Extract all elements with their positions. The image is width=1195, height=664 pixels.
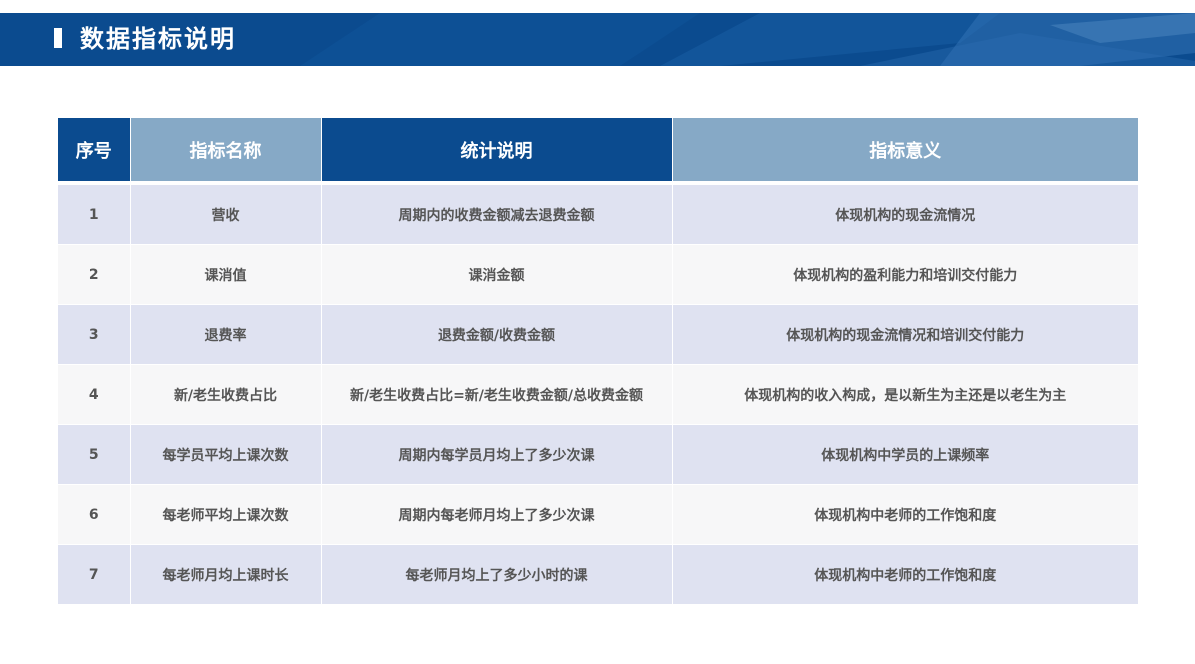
cell-metric-name: 每老师月均上课时长	[130, 544, 322, 605]
page-title: 数据指标说明	[80, 25, 236, 53]
table-header-row: 序号 指标名称 统计说明 指标意义	[58, 118, 1138, 183]
cell-statistic: 周期内每老师月均上了多少次课	[321, 484, 673, 545]
table-row: 3 退费率 退费金额/收费金额 体现机构的现金流情况和培训交付能力	[58, 304, 1138, 365]
cell-index: 1	[58, 183, 131, 245]
cell-statistic: 每老师月均上了多少小时的课	[321, 544, 673, 605]
cell-meaning: 体现机构中老师的工作饱和度	[672, 484, 1138, 545]
cell-meaning: 体现机构的盈利能力和培训交付能力	[672, 244, 1138, 305]
cell-meaning: 体现机构的现金流情况和培训交付能力	[672, 304, 1138, 365]
cell-index: 5	[58, 424, 131, 485]
cell-metric-name: 每老师平均上课次数	[130, 484, 322, 545]
cell-metric-name: 课消值	[130, 244, 322, 305]
cell-index: 6	[58, 484, 131, 545]
header-statistic-description: 统计说明	[321, 118, 673, 183]
table-row: 6 每老师平均上课次数 周期内每老师月均上了多少次课 体现机构中老师的工作饱和度	[58, 484, 1138, 545]
header-index: 序号	[58, 118, 131, 183]
cell-meaning: 体现机构中老师的工作饱和度	[672, 544, 1138, 605]
table-row: 5 每学员平均上课次数 周期内每学员月均上了多少次课 体现机构中学员的上课频率	[58, 424, 1138, 485]
slide: 数据指标说明 序号 指标名称 统计说明 指标意义 1 营收 周期内的收费金额减去…	[0, 0, 1195, 664]
cell-statistic: 新/老生收费占比=新/老生收费金额/总收费金额	[321, 364, 673, 425]
cell-index: 7	[58, 544, 131, 605]
cell-statistic: 周期内的收费金额减去退费金额	[321, 183, 673, 245]
cell-metric-name: 退费率	[130, 304, 322, 365]
metrics-table-container: 序号 指标名称 统计说明 指标意义 1 营收 周期内的收费金额减去退费金额 体现…	[58, 118, 1138, 605]
title-marker	[54, 28, 62, 48]
cell-meaning: 体现机构中学员的上课频率	[672, 424, 1138, 485]
cell-index: 4	[58, 364, 131, 425]
table-row: 4 新/老生收费占比 新/老生收费占比=新/老生收费金额/总收费金额 体现机构的…	[58, 364, 1138, 425]
table-row: 1 营收 周期内的收费金额减去退费金额 体现机构的现金流情况	[58, 183, 1138, 245]
table-row: 2 课消值 课消金额 体现机构的盈利能力和培训交付能力	[58, 244, 1138, 305]
header-metric-meaning: 指标意义	[672, 118, 1138, 183]
cell-index: 2	[58, 244, 131, 305]
header-metric-name: 指标名称	[130, 118, 322, 183]
cell-meaning: 体现机构的收入构成，是以新生为主还是以老生为主	[672, 364, 1138, 425]
title-bar: 数据指标说明	[0, 13, 1195, 66]
metrics-table: 序号 指标名称 统计说明 指标意义 1 营收 周期内的收费金额减去退费金额 体现…	[58, 118, 1138, 605]
cell-statistic: 课消金额	[321, 244, 673, 305]
cell-statistic: 周期内每学员月均上了多少次课	[321, 424, 673, 485]
cell-meaning: 体现机构的现金流情况	[672, 183, 1138, 245]
cell-metric-name: 新/老生收费占比	[130, 364, 322, 425]
cell-metric-name: 每学员平均上课次数	[130, 424, 322, 485]
cell-index: 3	[58, 304, 131, 365]
cell-statistic: 退费金额/收费金额	[321, 304, 673, 365]
cell-metric-name: 营收	[130, 183, 322, 245]
table-row: 7 每老师月均上课时长 每老师月均上了多少小时的课 体现机构中老师的工作饱和度	[58, 544, 1138, 605]
